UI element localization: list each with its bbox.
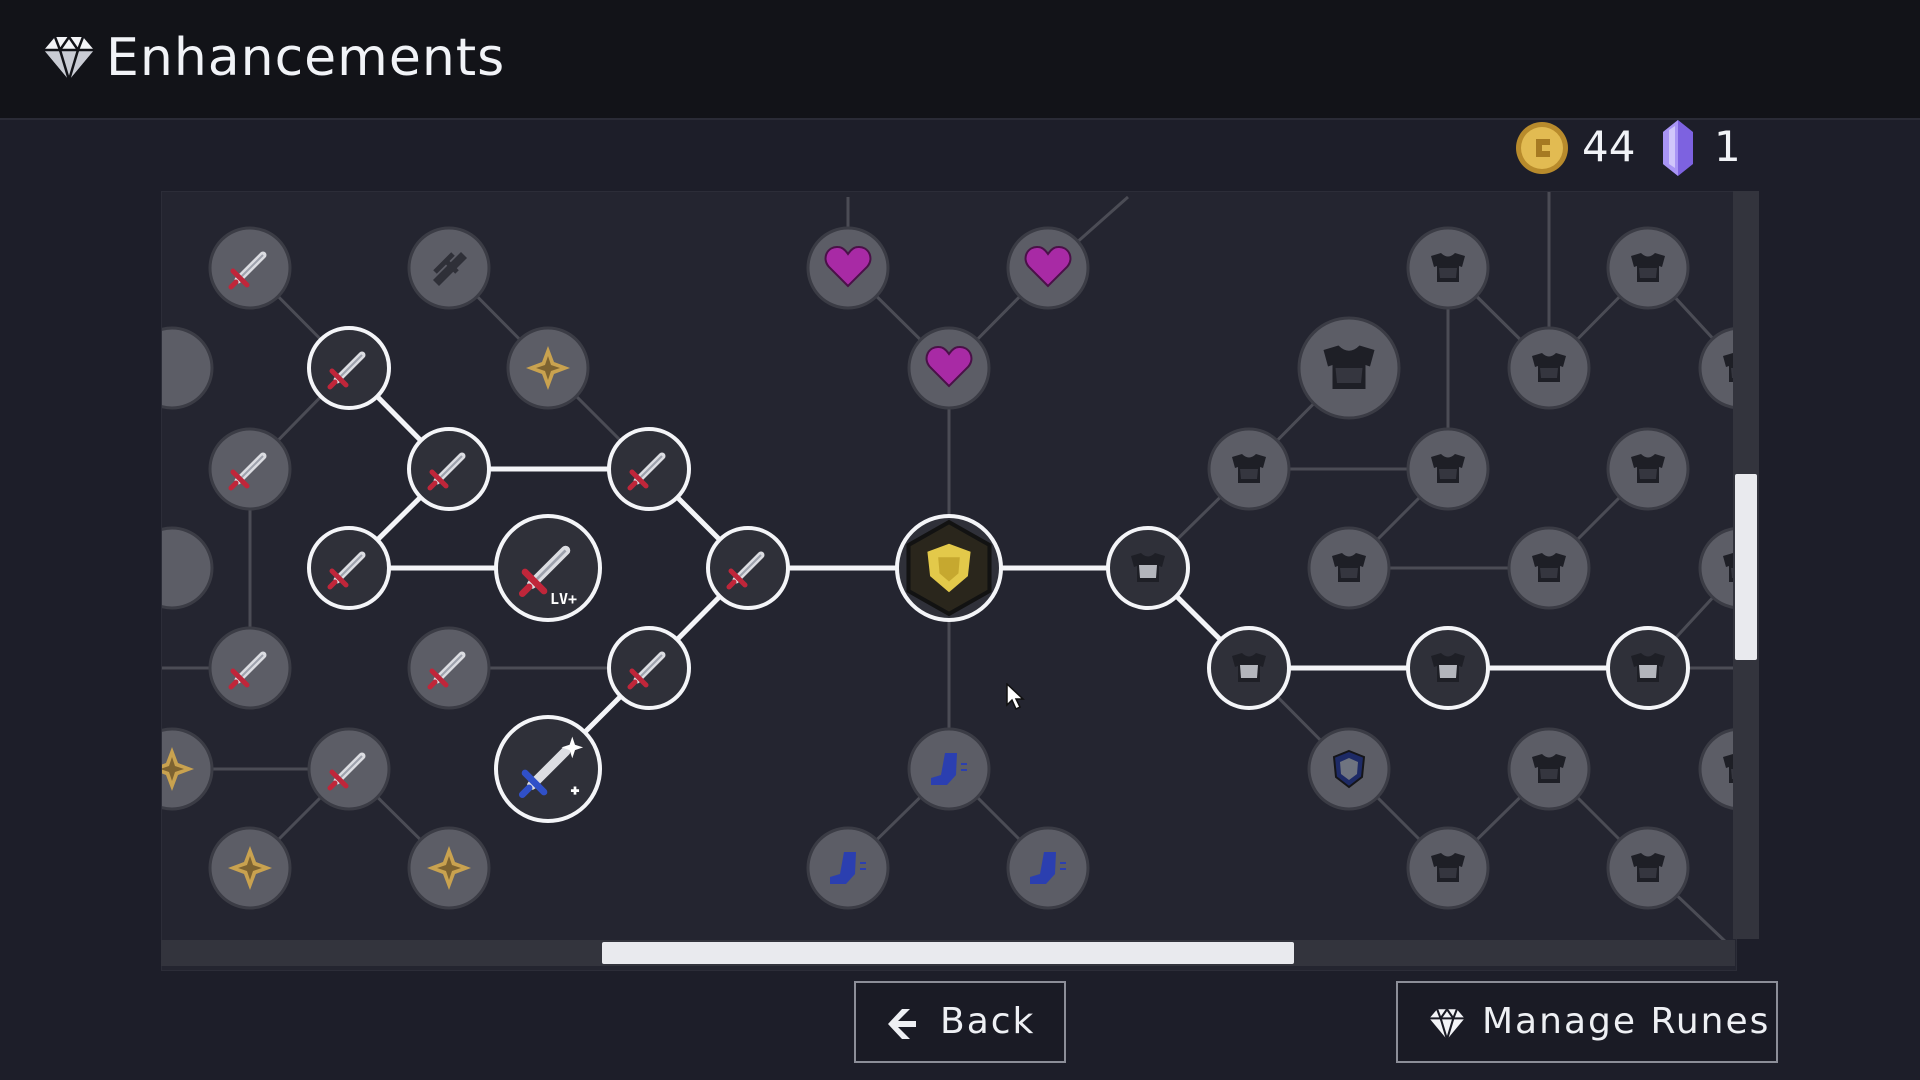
back-button[interactable]: Back [854, 981, 1066, 1063]
boot-skill-node[interactable] [907, 727, 991, 811]
armor-skill-node[interactable] [1698, 326, 1736, 410]
boot-skill-node[interactable] [806, 826, 890, 910]
sword-skill-node[interactable] [407, 427, 491, 511]
coin-count: 44 [1582, 122, 1636, 171]
armor-skill-node[interactable] [1507, 526, 1591, 610]
armor-skill-node[interactable] [1307, 526, 1391, 610]
armor-skill-node[interactable] [1606, 427, 1690, 511]
heart-skill-node[interactable] [907, 326, 991, 410]
sword-skill-node[interactable] [307, 326, 391, 410]
back-button-label: Back [940, 1001, 1036, 1042]
sword-skill-node[interactable] [607, 427, 691, 511]
diamond-icon [44, 34, 94, 82]
sword-skill-node[interactable] [208, 427, 292, 511]
armor-skill-node[interactable] [1207, 427, 1291, 511]
level-up-label: LV+ [550, 590, 577, 608]
skill-skill-node[interactable] [162, 526, 214, 610]
armor-lt-skill-node[interactable] [1106, 526, 1190, 610]
sword-skill-node[interactable] [706, 526, 790, 610]
armor-skill-node[interactable] [1606, 226, 1690, 310]
armor-skill-node[interactable] [1606, 826, 1690, 910]
gold-coin-icon [1516, 122, 1568, 174]
armor-skill-node[interactable] [1507, 326, 1591, 410]
mouse-cursor-icon [1006, 683, 1025, 711]
armor-lt-skill-node[interactable] [1207, 626, 1291, 710]
armor-skill-node[interactable] [1507, 727, 1591, 811]
sword-skill-node[interactable]: LV+ [494, 514, 602, 622]
sword-skill-node[interactable] [407, 626, 491, 710]
purple-crystal-icon [1663, 120, 1693, 176]
armor-skill-node[interactable] [1406, 826, 1490, 910]
armor-skill-node[interactable] [1698, 526, 1736, 610]
page-title: Enhancements [106, 28, 506, 88]
heart-skill-node[interactable] [806, 226, 890, 310]
armor-skill-node[interactable] [1406, 427, 1490, 511]
manage-runes-button[interactable]: Manage Runes [1396, 981, 1778, 1063]
sword-skill-node[interactable] [307, 727, 391, 811]
manage-runes-label: Manage Runes [1482, 1001, 1771, 1042]
sword-skill-node[interactable] [307, 526, 391, 610]
shield-skill-node[interactable] [1307, 727, 1391, 811]
core-skill-node[interactable] [895, 514, 1003, 622]
top-bar: Enhancements [0, 0, 1920, 120]
armor-skill-node[interactable] [1698, 727, 1736, 811]
armor-lt-skill-node[interactable] [1606, 626, 1690, 710]
diamond-icon [1429, 1007, 1465, 1041]
sword-skill-node[interactable] [208, 626, 292, 710]
armor-lt-skill-node[interactable] [1406, 626, 1490, 710]
armor-skill-node[interactable] [1297, 316, 1401, 420]
star-skill-node[interactable] [407, 826, 491, 910]
crystal-count: 1 [1714, 122, 1741, 171]
skill-tree-canvas[interactable]: LV+ LV+ [161, 191, 1737, 971]
sword-blue-skill-node[interactable] [494, 715, 602, 823]
horizontal-scroll-thumb[interactable] [602, 942, 1294, 964]
core-icon [909, 522, 990, 614]
sword-skill-node[interactable] [208, 226, 292, 310]
vertical-scroll-thumb[interactable] [1735, 474, 1757, 660]
boot-skill-node[interactable] [1006, 826, 1090, 910]
dagger-skill-node[interactable] [407, 226, 491, 310]
skill-tree-graph: LV+ LV+ [162, 192, 1736, 946]
star-skill-node[interactable] [162, 727, 214, 811]
armor-skill-node[interactable] [1406, 226, 1490, 310]
star-skill-node[interactable] [208, 826, 292, 910]
back-arrow-icon [888, 1009, 916, 1039]
sword-skill-node[interactable] [607, 626, 691, 710]
skill-skill-node[interactable] [162, 326, 214, 410]
heart-skill-node[interactable] [1006, 226, 1090, 310]
star-skill-node[interactable] [506, 326, 590, 410]
